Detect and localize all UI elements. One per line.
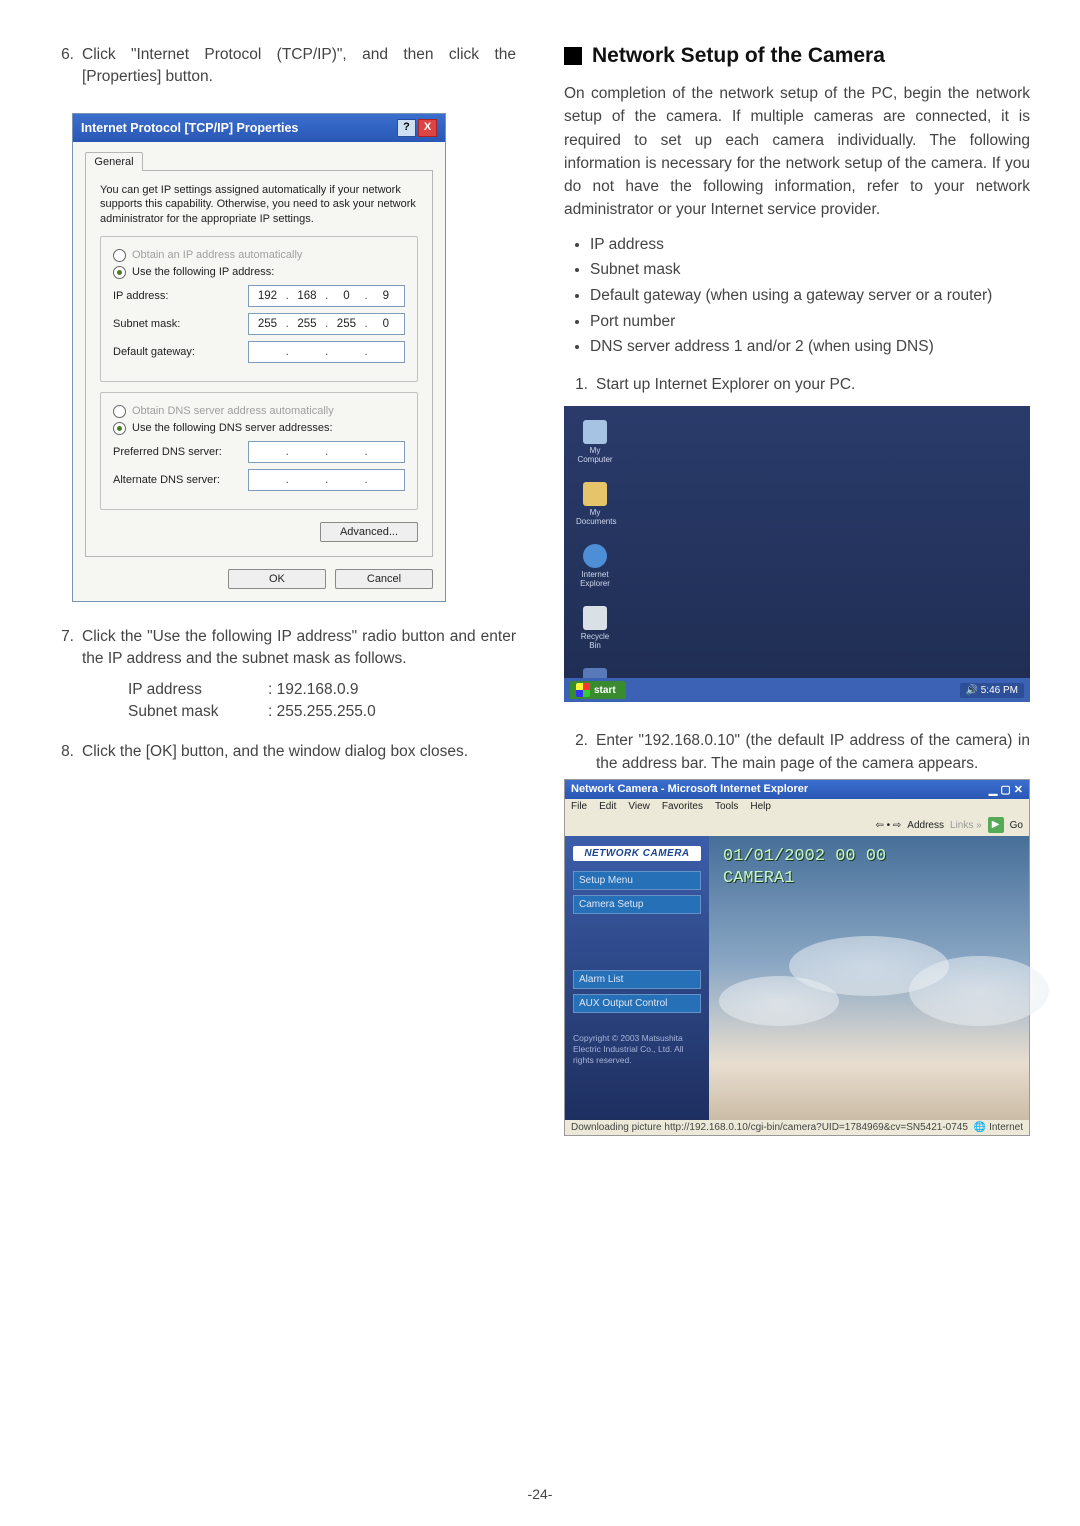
ip-label: IP address: xyxy=(113,290,248,302)
bullet-item: Subnet mask xyxy=(590,259,1030,281)
ip-name: IP address xyxy=(128,681,268,699)
step-text: Enter "192.168.0.10" (the default IP add… xyxy=(596,730,1030,775)
mask-name: Subnet mask xyxy=(128,703,268,721)
mask-value: : 255.255.255.0 xyxy=(268,703,516,721)
radio-obtain-dns xyxy=(113,405,126,418)
ip-group: Obtain an IP address automatically Use t… xyxy=(100,236,418,382)
step-number: 8. xyxy=(50,741,82,763)
radio-use-ip-label: Use the following IP address: xyxy=(132,266,274,278)
radio-obtain-ip-label: Obtain an IP address automatically xyxy=(132,249,302,261)
camera-logo: NETWORK CAMERA xyxy=(573,846,701,861)
window-buttons-icon: ▁ ▢ ✕ xyxy=(989,783,1023,796)
ip-input[interactable]: 192. 168. 0. 9 xyxy=(248,285,405,307)
menu-item[interactable]: Help xyxy=(750,801,771,812)
dialog-titlebar: Internet Protocol [TCP/IP] Properties ? … xyxy=(73,114,445,142)
tcpip-dialog: Internet Protocol [TCP/IP] Properties ? … xyxy=(72,113,446,602)
bullet-item: DNS server address 1 and/or 2 (when usin… xyxy=(590,336,1030,358)
sidebar-button[interactable]: AUX Output Control xyxy=(573,994,701,1013)
gateway-label: Default gateway: xyxy=(113,346,248,358)
radio-use-dns-label: Use the following DNS server addresses: xyxy=(132,422,333,434)
bullet-item: Port number xyxy=(590,311,1030,333)
step-2: 2. Enter "192.168.0.10" (the default IP … xyxy=(564,730,1030,775)
ok-button[interactable]: OK xyxy=(228,569,326,589)
step-text: Click the [OK] button, and the window di… xyxy=(82,741,516,763)
step-7: 7. Click the "Use the following IP addre… xyxy=(50,626,516,671)
browser-statusbar: Downloading picture http://192.168.0.10/… xyxy=(565,1120,1029,1135)
copyright-text: Copyright © 2003 Matsushita Electric Ind… xyxy=(573,1033,701,1065)
dns1-label: Preferred DNS server: xyxy=(113,446,248,458)
radio-obtain-dns-label: Obtain DNS server address automatically xyxy=(132,405,334,417)
step-text: Start up Internet Explorer on your PC. xyxy=(596,374,1030,396)
tab-general[interactable]: General xyxy=(85,152,143,171)
bullet-item: IP address xyxy=(590,234,1030,256)
step-number: 1. xyxy=(564,374,596,396)
step-text: Click the "Use the following IP address"… xyxy=(82,626,516,671)
sidebar-button[interactable]: Alarm List xyxy=(573,970,701,989)
menu-item[interactable]: File xyxy=(571,801,587,812)
desktop-icon: Recycle Bin xyxy=(576,606,614,650)
intro-paragraph: On completion of the network setup of th… xyxy=(564,82,1030,222)
camera-sidebar: NETWORK CAMERA Setup Menu Camera Setup A… xyxy=(565,836,709,1120)
browser-titlebar: Network Camera - Microsoft Internet Expl… xyxy=(565,780,1029,799)
go-button[interactable]: ▶ xyxy=(988,817,1004,833)
close-icon[interactable]: X xyxy=(418,119,437,137)
menu-item[interactable]: Tools xyxy=(715,801,738,812)
step-1: 1. Start up Internet Explorer on your PC… xyxy=(564,374,1030,396)
info-bullet-list: IP address Subnet mask Default gateway (… xyxy=(590,234,1030,358)
menu-item[interactable]: View xyxy=(628,801,650,812)
browser-addressbar: ⇦ • ⇨ Address Links » ▶ Go xyxy=(565,814,1029,836)
step-number: 2. xyxy=(564,730,596,775)
radio-use-ip[interactable] xyxy=(113,266,126,279)
address-values: IP address : 192.168.0.9 Subnet mask : 2… xyxy=(128,681,516,721)
browser-menubar: File Edit View Favorites Tools Help xyxy=(565,799,1029,814)
dns2-label: Alternate DNS server: xyxy=(113,474,248,486)
dns2-input[interactable]: ... xyxy=(248,469,405,491)
camera-overlay-text: 01/01/2002 00 00 CAMERA1 xyxy=(723,846,886,889)
step-text: Click "Internet Protocol (TCP/IP)", and … xyxy=(82,44,516,89)
desktop-icon: My Documents xyxy=(576,482,614,526)
step-number: 7. xyxy=(50,626,82,671)
advanced-button[interactable]: Advanced... xyxy=(320,522,418,542)
radio-use-dns[interactable] xyxy=(113,422,126,435)
dns1-input[interactable]: ... xyxy=(248,441,405,463)
camera-viewport: 01/01/2002 00 00 CAMERA1 xyxy=(709,836,1029,1120)
step-8: 8. Click the [OK] button, and the window… xyxy=(50,741,516,763)
menu-item[interactable]: Edit xyxy=(599,801,616,812)
sidebar-button[interactable]: Camera Setup xyxy=(573,895,701,914)
mask-label: Subnet mask: xyxy=(113,318,248,330)
help-icon[interactable]: ? xyxy=(397,119,416,137)
browser-screenshot: Network Camera - Microsoft Internet Expl… xyxy=(564,779,1030,1136)
radio-obtain-ip[interactable] xyxy=(113,249,126,262)
menu-item[interactable]: Favorites xyxy=(662,801,703,812)
desktop-icon: My Computer xyxy=(576,420,614,464)
heading-text: Network Setup of the Camera xyxy=(592,44,885,68)
dialog-title: Internet Protocol [TCP/IP] Properties xyxy=(81,121,298,135)
system-tray: 🔊 5:46 PM xyxy=(960,683,1024,698)
desktop-screenshot: My Computer My Documents Internet Explor… xyxy=(564,406,1030,702)
taskbar: start 🔊 5:46 PM xyxy=(564,678,1030,702)
step-6: 6. Click "Internet Protocol (TCP/IP)", a… xyxy=(50,44,516,89)
section-heading: Network Setup of the Camera xyxy=(564,44,1030,68)
step-number: 6. xyxy=(50,44,82,89)
sidebar-button[interactable]: Setup Menu xyxy=(573,871,701,890)
gateway-input[interactable]: ... xyxy=(248,341,405,363)
bullet-item: Default gateway (when using a gateway se… xyxy=(590,285,1030,307)
cancel-button[interactable]: Cancel xyxy=(335,569,433,589)
page-number: -24- xyxy=(0,1486,1080,1502)
dialog-panel: You can get IP settings assigned automat… xyxy=(85,170,433,557)
desktop-icon: Internet Explorer xyxy=(576,544,614,588)
mask-input[interactable]: 255. 255. 255. 0 xyxy=(248,313,405,335)
heading-square-icon xyxy=(564,47,582,65)
start-button[interactable]: start xyxy=(570,681,626,699)
dialog-intro: You can get IP settings assigned automat… xyxy=(100,183,418,226)
ip-value: : 192.168.0.9 xyxy=(268,681,516,699)
dns-group: Obtain DNS server address automatically … xyxy=(100,392,418,510)
